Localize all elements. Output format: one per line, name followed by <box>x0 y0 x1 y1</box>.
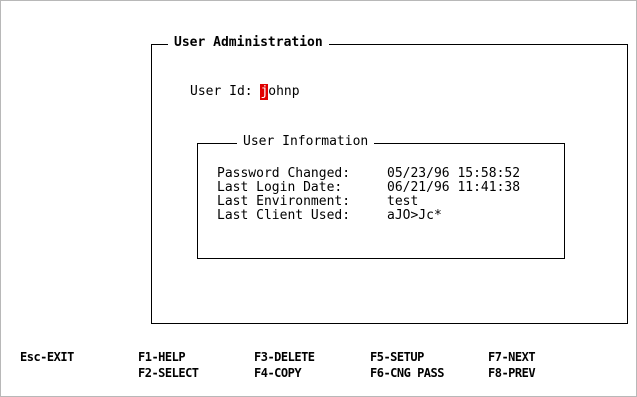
panel-title: User Administration <box>168 35 329 51</box>
info-label: Last Environment: <box>217 194 351 209</box>
f3-delete-key[interactable]: F3-DELETE <box>254 349 315 365</box>
info-value: 06/21/96 11:41:38 <box>387 180 521 195</box>
info-label: Last Client Used: <box>217 208 351 223</box>
info-row-last-environment: Last Environment: test <box>217 195 418 209</box>
info-value: 05/23/96 15:58:52 <box>387 166 521 181</box>
user-id-value: ohnp <box>268 84 300 99</box>
info-label: Last Login Date: <box>217 180 343 195</box>
terminal-screen: User Administration User Id: johnp User … <box>0 0 637 397</box>
info-value: aJO>Jc* <box>387 208 442 223</box>
f6-change-password-key[interactable]: F6-CNG PASS <box>370 365 444 381</box>
info-row-last-client-used: Last Client Used: aJO>Jc* <box>217 209 442 223</box>
f1-help-key[interactable]: F1-HELP <box>138 349 186 365</box>
user-information-title: User Information <box>237 134 375 150</box>
info-label: Password Changed: <box>217 166 351 181</box>
user-id-row: User Id: johnp <box>190 84 300 100</box>
user-id-label: User Id: <box>190 84 253 99</box>
f5-setup-key[interactable]: F5-SETUP <box>370 349 424 365</box>
info-row-last-login-date: Last Login Date: 06/21/96 11:41:38 <box>217 181 520 195</box>
f7-next-key[interactable]: F7-NEXT <box>488 349 536 365</box>
info-row-password-changed: Password Changed: 05/23/96 15:58:52 <box>217 167 520 181</box>
f4-copy-key[interactable]: F4-COPY <box>254 365 302 381</box>
info-value: test <box>387 194 419 209</box>
f8-prev-key[interactable]: F8-PREV <box>488 365 536 381</box>
f2-select-key[interactable]: F2-SELECT <box>138 365 199 381</box>
user-id-field[interactable]: johnp <box>260 84 300 100</box>
esc-exit-key[interactable]: Esc-EXIT <box>20 349 74 365</box>
